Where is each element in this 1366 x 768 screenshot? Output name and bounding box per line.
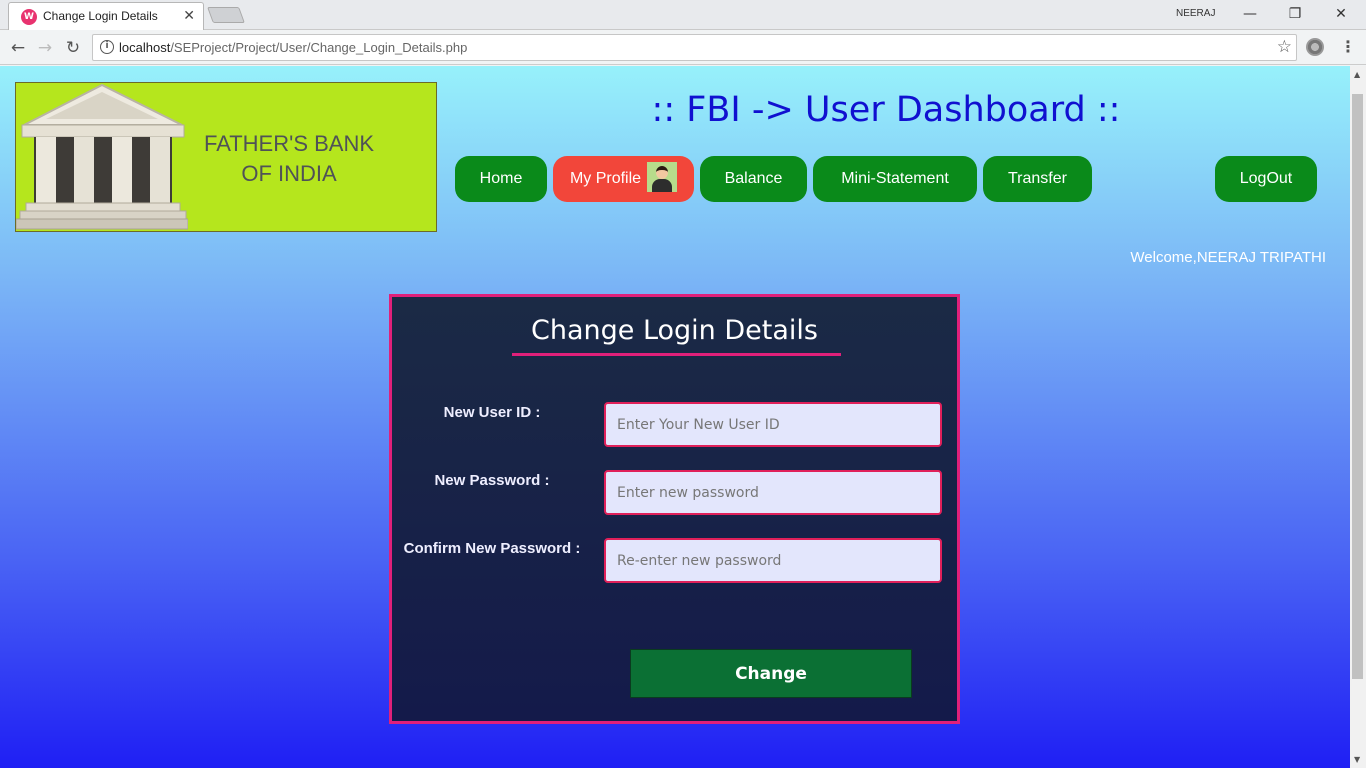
dashboard-title: :: FBI -> User Dashboard :: <box>651 90 1121 130</box>
scrollbar-thumb[interactable] <box>1352 94 1363 679</box>
nav-balance-button[interactable]: Balance <box>700 156 807 202</box>
new-password-input[interactable] <box>604 470 942 515</box>
change-button[interactable]: Change <box>630 649 912 698</box>
url-path: /SEProject/Project/User/Change_Login_Det… <box>170 40 468 55</box>
forward-arrow-icon[interactable]: → <box>34 37 56 59</box>
scroll-down-icon[interactable]: ▼ <box>1354 755 1360 764</box>
browser-tab-strip: W Change Login Details ✕ NEERAJ — ❐ ✕ <box>0 0 1366 30</box>
confirm-password-label: Confirm New Password : <box>403 540 581 557</box>
change-login-form: Change Login Details New User ID : New P… <box>389 294 960 724</box>
tab-close-icon[interactable]: ✕ <box>183 8 195 24</box>
restore-icon[interactable]: ❐ <box>1280 4 1310 24</box>
new-tab-button[interactable] <box>207 7 245 23</box>
form-title: Change Login Details <box>531 315 818 346</box>
new-user-id-label: New User ID : <box>443 404 541 421</box>
minimize-icon[interactable]: — <box>1235 4 1265 24</box>
confirm-password-input[interactable] <box>604 538 942 583</box>
bank-name: FATHER'S BANK OF INDIA <box>184 129 394 189</box>
page-viewport: FATHER'S BANK OF INDIA :: FBI -> User Da… <box>0 66 1350 768</box>
browser-toolbar: ← → ↻ i localhost/SEProject/Project/User… <box>0 30 1366 65</box>
nav-home-button[interactable]: Home <box>455 156 547 202</box>
close-window-icon[interactable]: ✕ <box>1326 4 1356 24</box>
profile-avatar-icon <box>647 161 678 192</box>
nav-mini-statement-button[interactable]: Mini-Statement <box>813 156 977 202</box>
reload-icon[interactable]: ↻ <box>62 37 84 59</box>
bank-name-line2: OF INDIA <box>241 161 337 186</box>
nav-logout-button[interactable]: LogOut <box>1215 156 1317 202</box>
nav-my-profile-button[interactable]: My Profile <box>553 156 694 202</box>
new-user-id-input[interactable] <box>604 402 942 447</box>
bank-logo: FATHER'S BANK OF INDIA <box>15 82 437 232</box>
nav-my-profile-label: My Profile <box>569 170 642 187</box>
tab-title: Change Login Details <box>43 9 158 23</box>
site-info-icon[interactable]: i <box>100 40 114 54</box>
url-host: localhost <box>119 40 171 55</box>
back-arrow-icon[interactable]: ← <box>7 37 29 59</box>
scroll-up-icon[interactable]: ▲ <box>1354 70 1360 79</box>
browser-menu-icon[interactable]: ⋮ <box>1340 37 1356 56</box>
welcome-message: Welcome,NEERAJ TRIPATHI <box>1130 249 1326 266</box>
tab-favicon-icon: W <box>21 9 37 25</box>
bookmark-star-icon[interactable]: ☆ <box>1277 37 1292 57</box>
title-underline <box>512 353 841 356</box>
nav-transfer-button[interactable]: Transfer <box>983 156 1092 202</box>
url-text: localhost/SEProject/Project/User/Change_… <box>119 40 467 55</box>
browser-profile-name[interactable]: NEERAJ <box>1176 8 1215 19</box>
page-scrollbar[interactable]: ▲ ▼ <box>1350 66 1366 768</box>
address-bar[interactable]: i localhost/SEProject/Project/User/Chang… <box>92 34 1297 61</box>
bank-name-line1: FATHER'S BANK <box>203 131 375 156</box>
extension-icon[interactable] <box>1306 38 1324 56</box>
browser-tab[interactable]: W Change Login Details ✕ <box>8 2 204 30</box>
new-password-label: New Password : <box>434 472 550 489</box>
bank-building-icon <box>16 83 188 230</box>
